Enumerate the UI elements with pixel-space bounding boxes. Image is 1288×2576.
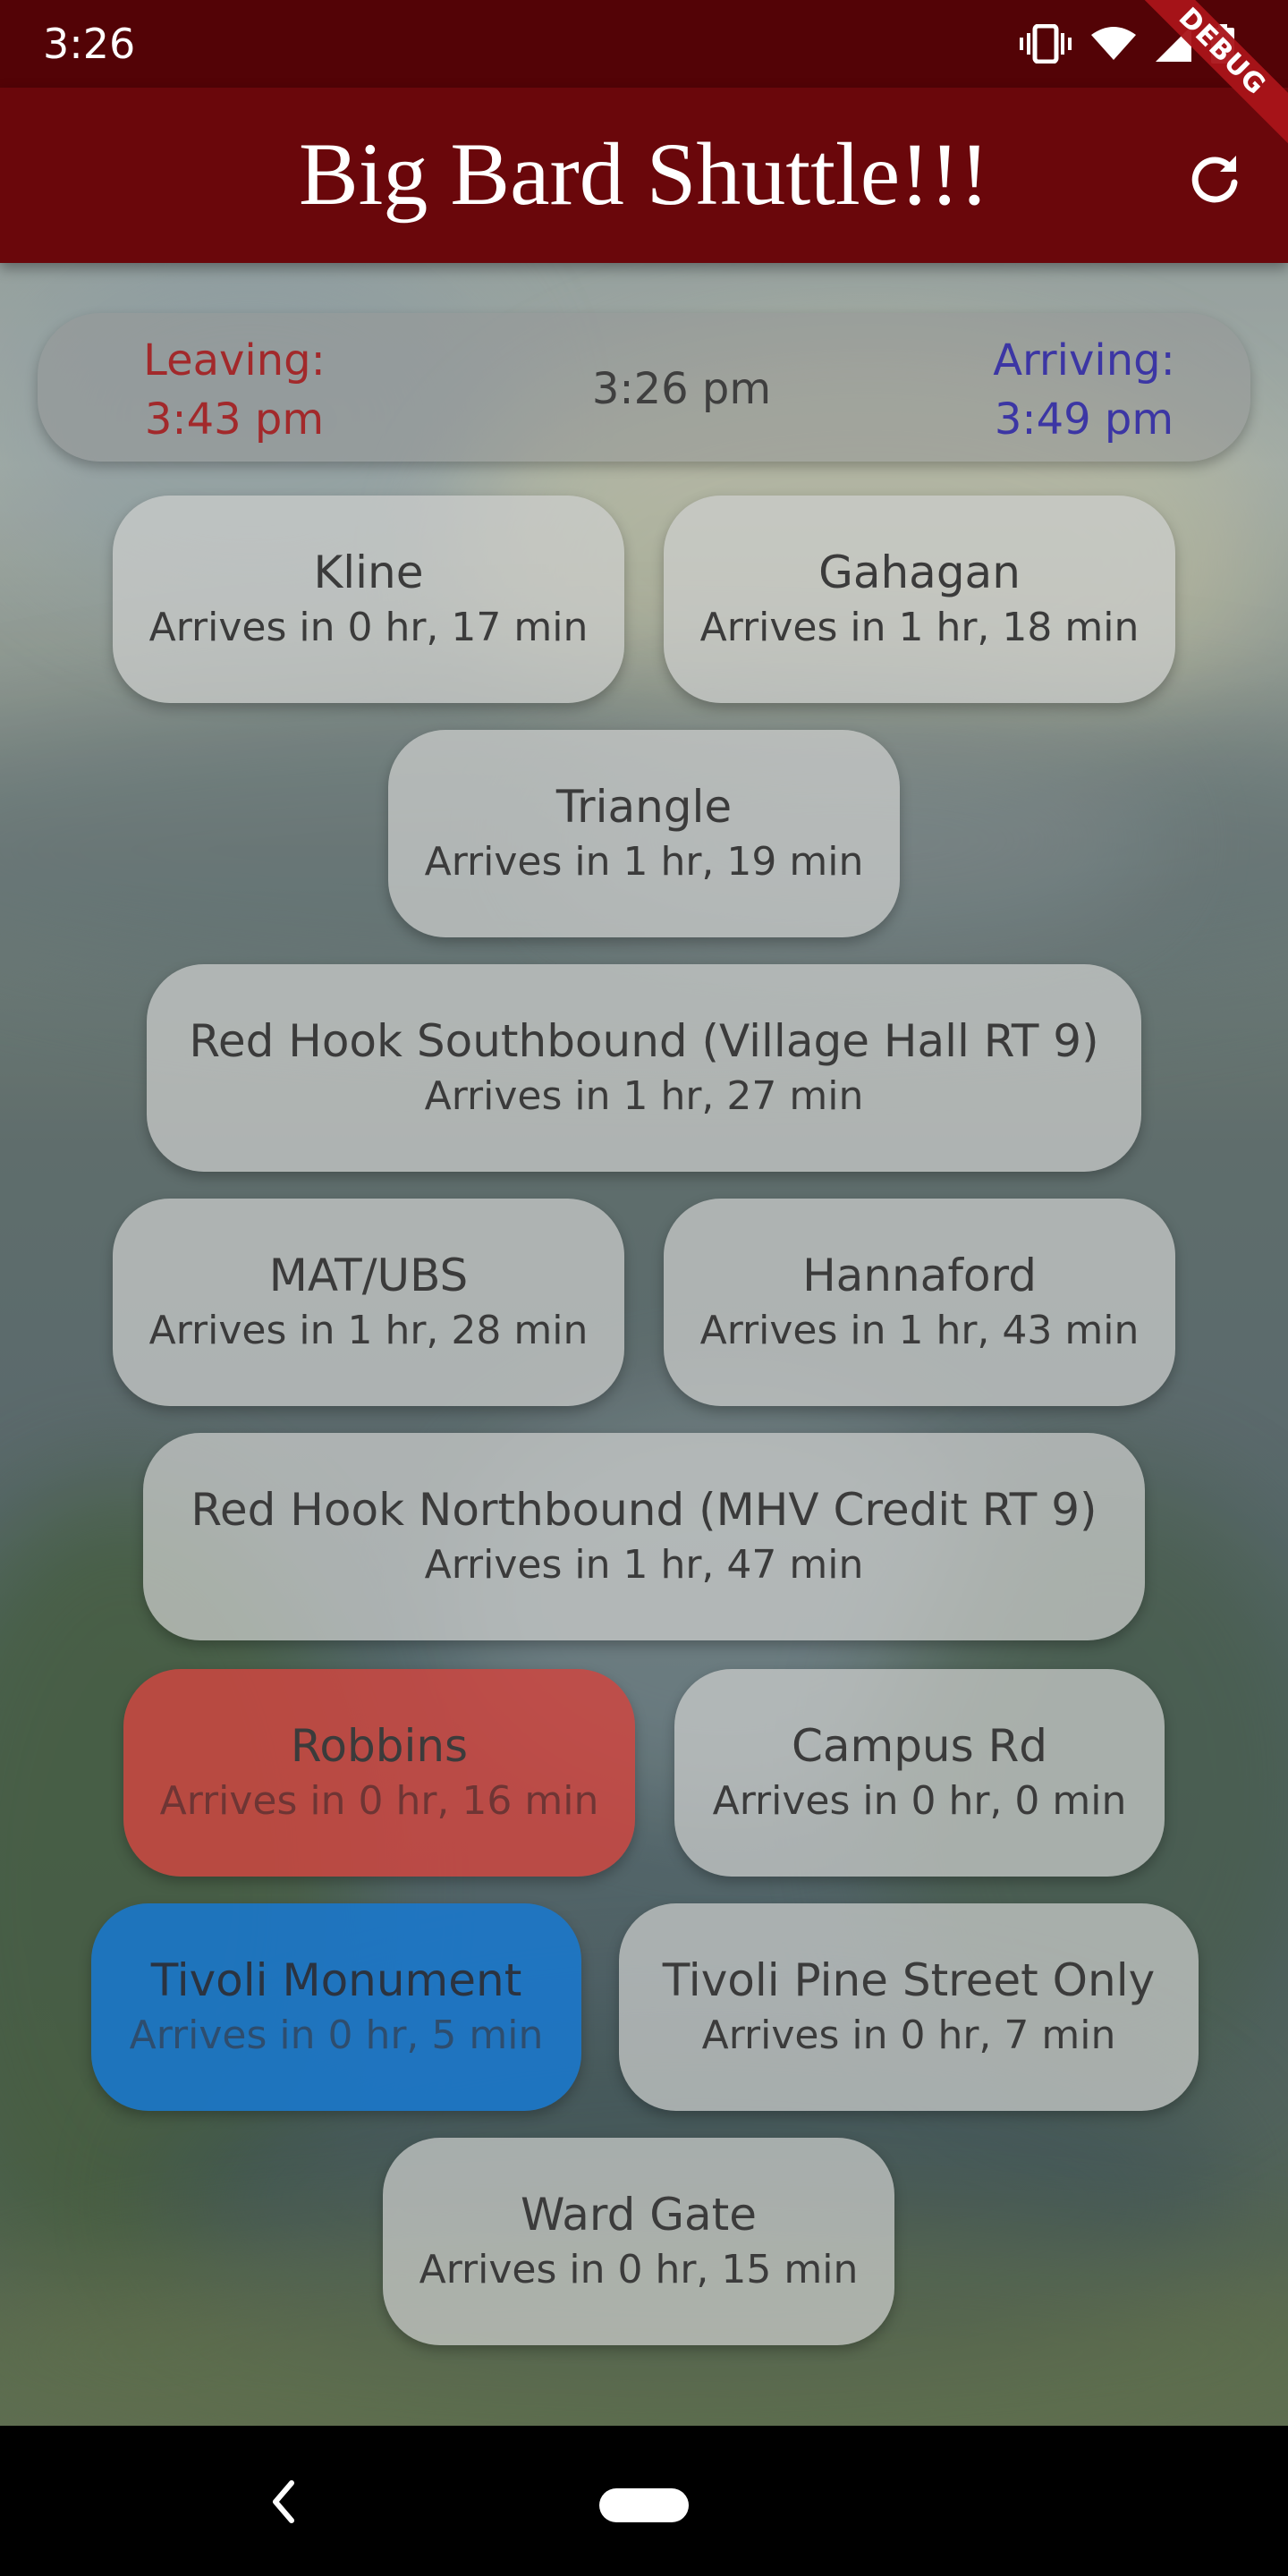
arriving-info: Arriving: 3:49 pm xyxy=(941,331,1227,449)
stop-eta: Arrives in 0 hr, 0 min xyxy=(712,1778,1127,1824)
refresh-button[interactable] xyxy=(1177,140,1252,215)
stop-eta: Arrives in 1 hr, 27 min xyxy=(424,1073,864,1119)
stop-card-hannaford[interactable]: Hannaford Arrives in 1 hr, 43 min xyxy=(664,1199,1175,1406)
stop-card-triangle[interactable]: Triangle Arrives in 1 hr, 19 min xyxy=(388,730,900,937)
stop-card-gahagan[interactable]: Gahagan Arrives in 1 hr, 18 min xyxy=(664,496,1175,703)
current-time: 3:26 pm xyxy=(591,364,772,414)
back-icon[interactable] xyxy=(259,2470,304,2533)
stop-name: Red Hook Southbound (Village Hall RT 9) xyxy=(189,1015,1099,1067)
stop-name: Robbins xyxy=(290,1720,469,1772)
vibrate-icon xyxy=(1020,24,1072,64)
arriving-label: Arriving: xyxy=(993,335,1175,386)
home-pill-icon[interactable] xyxy=(599,2488,689,2522)
arriving-time: 3:49 pm xyxy=(994,394,1174,445)
stop-eta: Arrives in 0 hr, 17 min xyxy=(148,605,589,650)
signal-icon xyxy=(1156,26,1191,62)
stop-card-ward-gate[interactable]: Ward Gate Arrives in 0 hr, 15 min xyxy=(383,2138,894,2345)
stop-card-red-hook-southbound[interactable]: Red Hook Southbound (Village Hall RT 9) … xyxy=(147,964,1141,1172)
refresh-icon xyxy=(1191,156,1238,203)
stop-card-robbins[interactable]: Robbins Arrives in 0 hr, 16 min xyxy=(123,1669,635,1877)
time-summary-card: Leaving: 3:43 pm 3:26 pm Arriving: 3:49 … xyxy=(38,313,1250,462)
stop-name: Triangle xyxy=(555,781,733,833)
stop-name: Campus Rd xyxy=(791,1720,1048,1772)
stop-eta: Arrives in 0 hr, 16 min xyxy=(159,1778,599,1824)
stop-card-tivoli-pine-street[interactable]: Tivoli Pine Street Only Arrives in 0 hr,… xyxy=(619,1903,1199,2111)
leaving-time: 3:43 pm xyxy=(144,394,325,445)
stop-eta: Arrives in 1 hr, 47 min xyxy=(424,1542,864,1588)
stop-eta: Arrives in 1 hr, 19 min xyxy=(424,839,864,885)
stop-name: MAT/UBS xyxy=(268,1250,469,1301)
status-icons xyxy=(1020,21,1234,66)
app-title: Big Bard Shuttle!!! xyxy=(298,124,990,224)
status-bar: 3:26 xyxy=(0,0,1288,88)
battery-icon xyxy=(1211,24,1234,64)
stop-card-campus-rd[interactable]: Campus Rd Arrives in 0 hr, 0 min xyxy=(674,1669,1165,1877)
leaving-info: Leaving: 3:43 pm xyxy=(100,331,369,449)
stop-name: Tivoli Pine Street Only xyxy=(662,1954,1156,2006)
leaving-label: Leaving: xyxy=(143,335,326,386)
stop-name: Red Hook Northbound (MHV Credit RT 9) xyxy=(191,1484,1097,1536)
stop-card-red-hook-northbound[interactable]: Red Hook Northbound (MHV Credit RT 9) Ar… xyxy=(143,1433,1145,1640)
stop-eta: Arrives in 1 hr, 18 min xyxy=(699,605,1140,650)
stop-card-kline[interactable]: Kline Arrives in 0 hr, 17 min xyxy=(113,496,624,703)
stop-eta: Arrives in 0 hr, 5 min xyxy=(129,2012,544,2058)
stop-eta: Arrives in 1 hr, 28 min xyxy=(148,1308,589,1353)
stop-eta: Arrives in 0 hr, 7 min xyxy=(701,2012,1116,2058)
stop-eta: Arrives in 1 hr, 43 min xyxy=(699,1308,1140,1353)
stop-name: Gahagan xyxy=(818,547,1021,598)
stop-name: Kline xyxy=(313,547,424,598)
stop-name: Ward Gate xyxy=(521,2189,757,2241)
app-bar: Big Bard Shuttle!!! xyxy=(0,88,1288,263)
status-time: 3:26 xyxy=(43,20,136,68)
stop-card-mat-ubs[interactable]: MAT/UBS Arrives in 1 hr, 28 min xyxy=(113,1199,624,1406)
stop-name: Tivoli Monument xyxy=(150,1954,522,2006)
stop-eta: Arrives in 0 hr, 15 min xyxy=(419,2247,859,2292)
stop-card-tivoli-monument[interactable]: Tivoli Monument Arrives in 0 hr, 5 min xyxy=(91,1903,581,2111)
stop-name: Hannaford xyxy=(802,1250,1037,1301)
wifi-icon xyxy=(1091,27,1136,60)
navigation-bar xyxy=(0,2426,1288,2576)
